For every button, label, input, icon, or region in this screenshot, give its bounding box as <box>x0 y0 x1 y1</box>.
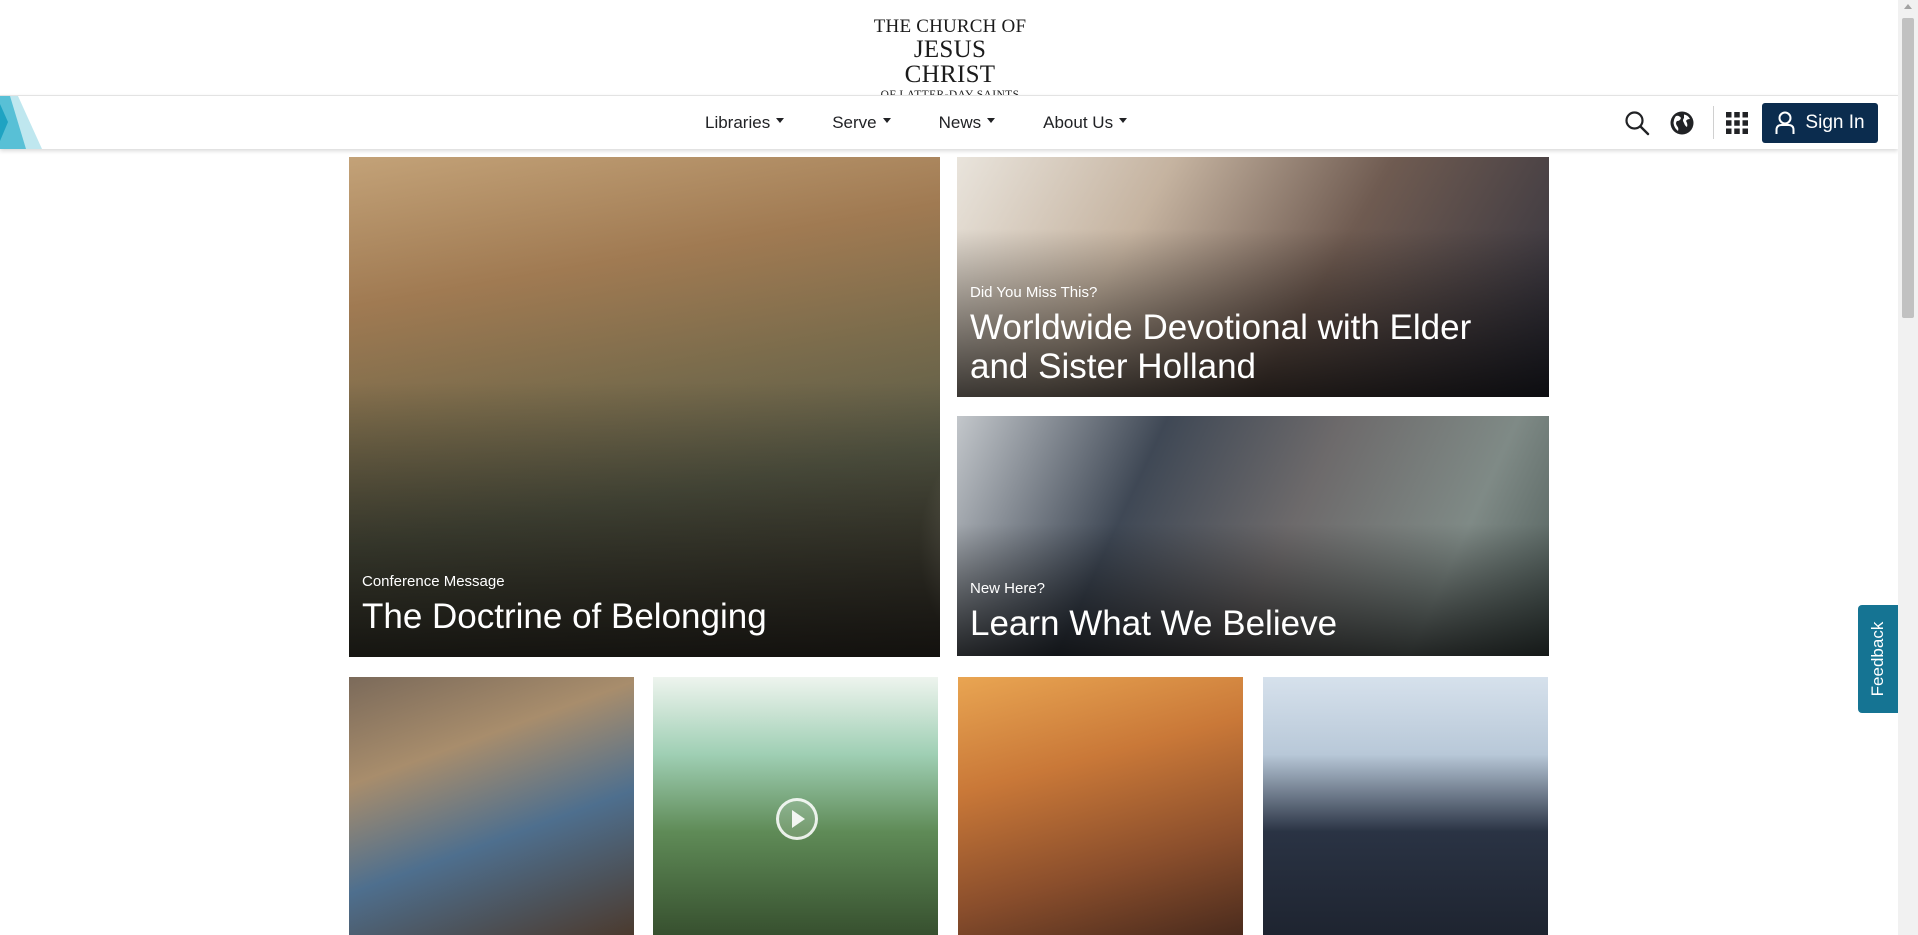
card-title: Learn What We Believe <box>970 604 1338 643</box>
tile-forest-video[interactable] <box>653 677 938 935</box>
nav-item-label: News <box>938 112 982 132</box>
nav-item-label: Serve <box>832 112 877 132</box>
caret-down-icon <box>1119 118 1128 123</box>
nav-item-news[interactable]: News <box>939 113 996 133</box>
scroll-thumb[interactable] <box>1902 18 1914 318</box>
play-icon[interactable] <box>776 798 818 840</box>
language-button[interactable] <box>1664 105 1700 141</box>
tile-youth-group[interactable] <box>1263 677 1548 935</box>
search-icon <box>1625 111 1650 136</box>
apps-button[interactable] <box>1719 105 1755 141</box>
nav-item-serve[interactable]: Serve <box>832 112 891 133</box>
card-title: Worldwide Devotional with Elder and Sist… <box>970 308 1472 386</box>
nav-item-about-us[interactable]: About Us <box>1043 112 1128 133</box>
search-button[interactable] <box>1619 105 1655 141</box>
card-title: The Doctrine of Belonging <box>362 597 767 636</box>
church-logo[interactable]: THE CHURCH OF JESUS CHRIST OF LATTER-DAY… <box>870 17 1030 102</box>
nav-item-libraries[interactable]: Libraries <box>705 112 785 133</box>
card-kicker: New Here? <box>970 580 1046 597</box>
main-nav: Libraries Serve News About Us Sign In <box>0 95 1898 149</box>
logo-line-2: JESUS CHRIST <box>904 36 996 88</box>
caret-down-icon <box>987 118 996 123</box>
sign-in-label: Sign In <box>1805 112 1865 133</box>
globe-icon <box>1670 111 1694 135</box>
card-kicker: Conference Message <box>362 573 505 590</box>
sign-in-button[interactable]: Sign In <box>1762 103 1878 143</box>
scroll-up-arrow-icon[interactable] <box>1904 4 1912 9</box>
tile-christ-teaching[interactable] <box>958 677 1243 935</box>
feedback-label: Feedback <box>1868 621 1887 697</box>
tile-father-and-daughter[interactable] <box>349 677 634 935</box>
nav-divider <box>1713 106 1714 139</box>
caret-down-icon <box>776 118 785 123</box>
apps-grid-icon <box>1726 112 1748 134</box>
header: THE CHURCH OF JESUS CHRIST OF LATTER-DAY… <box>0 0 1898 101</box>
caret-down-icon <box>882 118 891 123</box>
nav-menu: Libraries Serve News About Us <box>705 96 1175 149</box>
nav-item-label: About Us <box>1043 112 1114 132</box>
feedback-tab[interactable]: Feedback <box>1858 605 1898 713</box>
page-scrollbar[interactable] <box>1898 0 1918 935</box>
nav-item-label: Libraries <box>705 112 771 132</box>
hero-card-doctrine-of-belonging[interactable]: Conference Message The Doctrine of Belon… <box>349 157 940 657</box>
hero-card-worldwide-devotional[interactable]: Did You Miss This? Worldwide Devotional … <box>957 157 1549 397</box>
nav-accent-decoration <box>0 96 42 149</box>
user-icon <box>1775 111 1795 134</box>
card-kicker: Did You Miss This? <box>970 284 1098 301</box>
hero-card-learn-what-we-believe[interactable]: New Here? Learn What We Believe <box>957 416 1549 656</box>
logo-line-1: THE CHURCH OF <box>873 16 1027 37</box>
